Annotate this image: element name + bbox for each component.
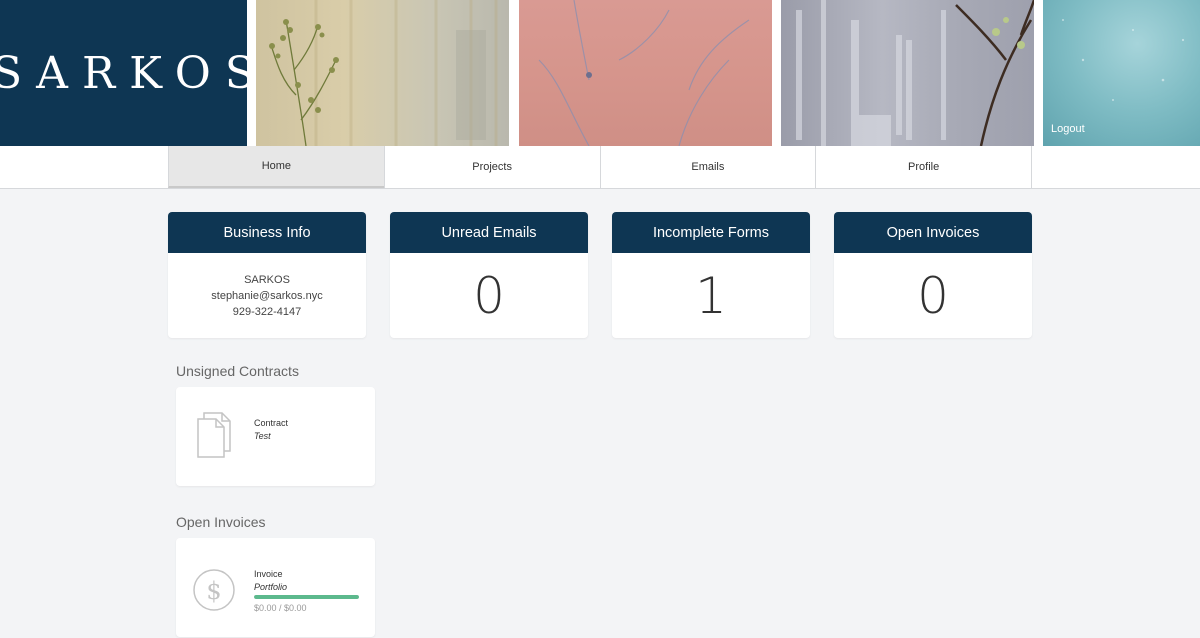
tab-profile[interactable]: Profile [815,146,1032,188]
card-title: Incomplete Forms [612,212,810,253]
tab-projects[interactable]: Projects [383,146,600,188]
svg-text:$: $ [206,577,221,605]
invoice-item[interactable]: $ Invoice Portfolio $0.00 / $0.00 [176,538,375,637]
unsigned-contracts-heading: Unsigned Contracts [176,363,299,379]
header-banner: SARKOS Logout [0,0,1200,146]
contract-type: Contract [254,418,289,428]
open-invoices-card[interactable]: Open Invoices 0 [834,212,1032,338]
unread-emails-card[interactable]: Unread Emails 0 [390,212,588,338]
banner-photo-plant [256,0,509,146]
logout-link[interactable]: Logout [1051,123,1085,135]
incomplete-forms-count: 1 [695,266,727,325]
unread-emails-count: 0 [473,266,505,325]
nav-tabs: Home Projects Emails Profile [168,146,1032,188]
open-invoices-count: 0 [917,266,949,325]
tab-emails[interactable]: Emails [599,146,816,188]
invoice-amount: $0.00 / $0.00 [254,603,307,613]
contract-name: Test [254,431,271,441]
contract-item[interactable]: Contract Test [176,387,375,486]
banner-photo-gray [781,0,1034,146]
tab-home[interactable]: Home [168,146,384,188]
business-email: stephanie@sarkos.nyc [211,289,323,302]
logo[interactable]: SARKOS [0,0,255,146]
banner-photo-pink [519,0,772,146]
invoice-name: Portfolio [254,582,288,592]
document-icon [197,412,231,458]
dollar-icon: $ [193,569,235,611]
invoice-progress-fill [254,595,359,599]
invoice-type: Invoice [254,569,283,579]
card-title: Unread Emails [390,212,588,253]
main-nav: Home Projects Emails Profile [0,146,1200,189]
card-title: Business Info [168,212,366,253]
business-name: SARKOS [244,273,290,286]
business-phone: 929-322-4147 [232,305,302,318]
business-info-card: Business Info SARKOS stephanie@sarkos.ny… [168,212,366,338]
card-title: Open Invoices [834,212,1032,253]
invoice-progress-bar [254,595,359,599]
open-invoices-heading: Open Invoices [176,514,266,530]
logo-text: SARKOS [0,47,269,99]
incomplete-forms-card[interactable]: Incomplete Forms 1 [612,212,810,338]
